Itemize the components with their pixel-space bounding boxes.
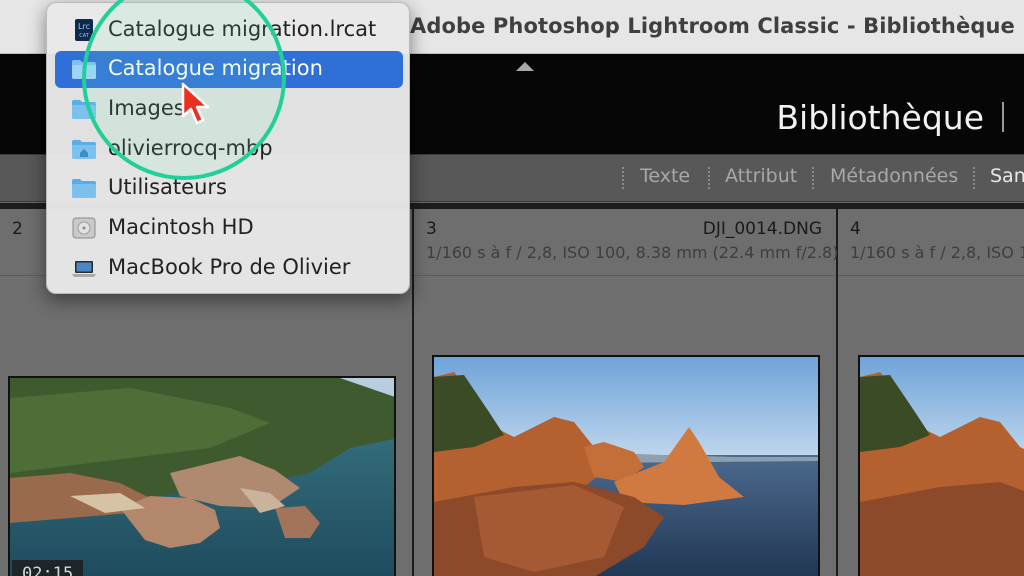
menu-item-macbook[interactable]: MacBook Pro de Olivier xyxy=(55,250,403,287)
video-duration-badge: 02:15 xyxy=(12,560,84,576)
cell-header-divider xyxy=(838,275,1024,276)
photo-thumbnail[interactable] xyxy=(8,376,396,576)
cell-exif-meta: 1/160 s à f / 2,8, ISO 10 xyxy=(850,243,1024,262)
cell-filename: DJI_0014.DNG xyxy=(702,219,822,239)
filter-none[interactable]: San xyxy=(990,165,1024,187)
filter-divider xyxy=(622,167,624,191)
svg-text:CAT: CAT xyxy=(79,33,90,39)
filter-metadata[interactable]: Métadonnées xyxy=(830,165,958,187)
folder-icon xyxy=(72,179,96,198)
menu-item-catalogue-folder[interactable]: Catalogue migration xyxy=(55,51,403,88)
lrcat-file-icon: Lrc CAT xyxy=(75,19,93,41)
menu-item-images[interactable]: Images xyxy=(55,91,403,128)
filter-divider xyxy=(812,167,814,191)
module-library-tab[interactable]: Bibliothèque xyxy=(776,98,984,137)
collapse-panel-arrow-icon[interactable] xyxy=(516,62,534,71)
aerial-coast-photo xyxy=(10,378,394,576)
photo-thumbnail[interactable] xyxy=(432,355,820,576)
photo-thumbnail[interactable] xyxy=(858,355,1024,576)
folder-icon xyxy=(72,60,96,79)
filter-divider xyxy=(973,167,975,191)
menu-item-label: Macintosh HD xyxy=(108,215,254,239)
cell-exif-meta: 1/160 s à f / 2,8, ISO 100, 8.38 mm (22.… xyxy=(426,243,839,262)
cell-index: 4 xyxy=(850,219,861,239)
cell-index: 2 xyxy=(12,219,23,239)
menu-item-lrcat-file[interactable]: Lrc CAT Catalogue migration.lrcat xyxy=(55,12,403,49)
svg-text:Lrc: Lrc xyxy=(78,22,90,31)
filter-divider xyxy=(708,167,710,191)
laptop-icon xyxy=(72,261,96,277)
module-separator xyxy=(1002,102,1004,132)
hard-drive-icon xyxy=(72,217,96,239)
cell-header-divider xyxy=(414,275,836,276)
filter-attribute[interactable]: Attribut xyxy=(725,165,797,187)
menu-item-macintosh-hd[interactable]: Macintosh HD xyxy=(55,210,403,247)
folder-icon xyxy=(72,100,96,119)
red-rocks-sea-photo xyxy=(860,357,1024,576)
red-rocks-sea-photo xyxy=(434,357,818,576)
filter-text[interactable]: Texte xyxy=(640,165,690,187)
menu-item-label: olivierrocq-mbp xyxy=(108,136,273,160)
cell-index: 3 xyxy=(426,219,437,239)
path-popup-menu: Lrc CAT Catalogue migration.lrcat Catalo… xyxy=(46,2,410,294)
menu-item-users[interactable]: Utilisateurs xyxy=(55,170,403,207)
menu-item-label: Catalogue migration.lrcat xyxy=(108,17,377,41)
menu-item-label: Utilisateurs xyxy=(108,175,227,199)
lightroom-window: Adobe Photoshop Lightroom Classic - Bibl… xyxy=(0,0,1024,576)
menu-item-label: MacBook Pro de Olivier xyxy=(108,255,351,279)
grid-cell[interactable]: 3 DJI_0014.DNG 1/160 s à f / 2,8, ISO 10… xyxy=(414,209,839,576)
menu-item-home[interactable]: olivierrocq-mbp xyxy=(55,131,403,168)
grid-cell[interactable]: 4 1/160 s à f / 2,8, ISO 10 xyxy=(838,209,1024,576)
window-title: Adobe Photoshop Lightroom Classic - Bibl… xyxy=(410,14,1015,38)
home-folder-icon xyxy=(72,140,96,159)
menu-item-label: Catalogue migration xyxy=(108,56,323,80)
menu-item-label: Images xyxy=(108,96,185,120)
